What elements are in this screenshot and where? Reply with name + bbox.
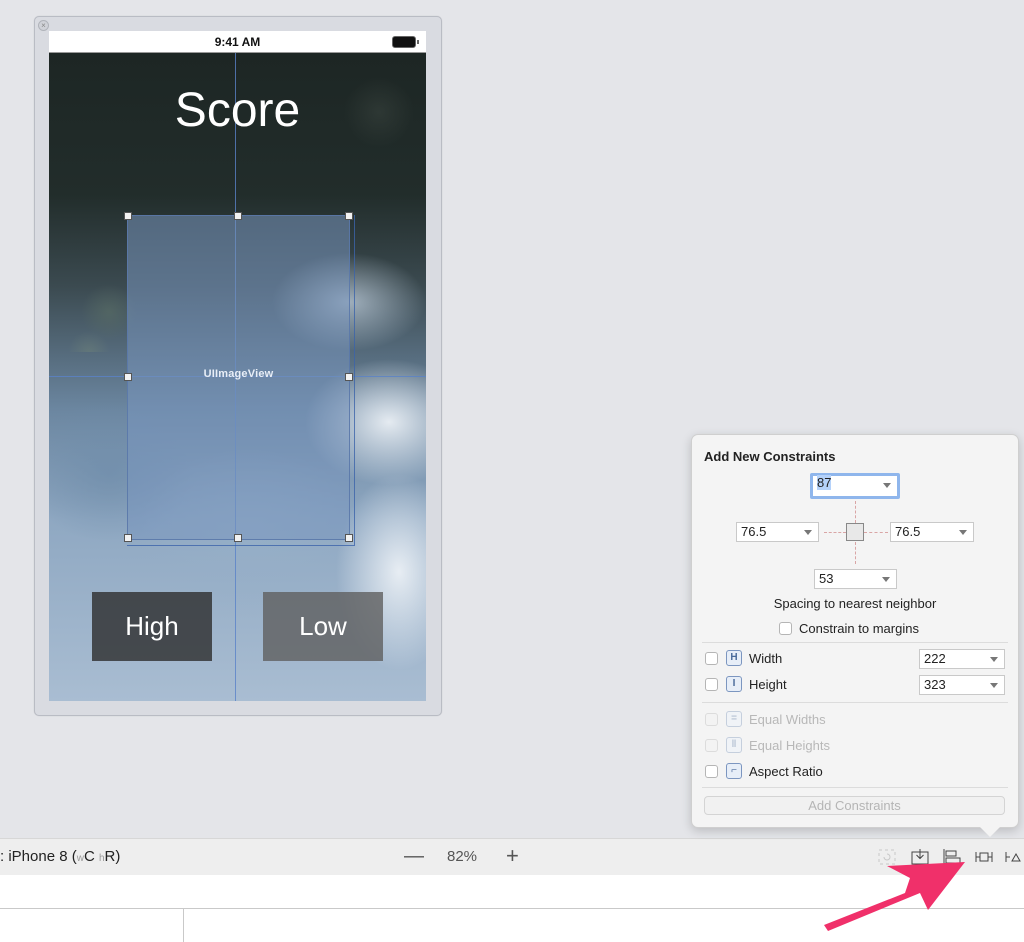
spacing-label: Spacing to nearest neighbor	[773, 596, 937, 611]
device-name: : iPhone 8 (	[0, 848, 77, 865]
column-divider[interactable]	[183, 908, 184, 942]
add-constraints-button[interactable]: Add Constraints	[704, 796, 1005, 815]
constrain-to-margins-checkbox[interactable]	[779, 622, 792, 635]
equal-heights-icon: ‖	[726, 737, 742, 753]
device-config-button[interactable]: : iPhone 8 (wC hR)	[0, 848, 120, 865]
constraint-target-box	[846, 523, 864, 541]
top-spacing-value: 87	[817, 475, 832, 490]
size-class-w-prefix: w	[76, 853, 84, 864]
chevron-down-icon[interactable]	[883, 483, 891, 488]
embed-in-button[interactable]	[910, 848, 930, 866]
aspect-ratio-label: Aspect Ratio	[749, 764, 823, 779]
divider	[702, 642, 1008, 643]
low-button[interactable]: Low	[263, 592, 383, 661]
add-new-constraints-button[interactable]	[974, 848, 994, 866]
resize-handle-right[interactable]	[345, 373, 353, 381]
canvas-bottom-bar: : iPhone 8 (wC hR) — 82% +	[0, 838, 1024, 876]
plus-icon: +	[506, 843, 519, 868]
top-constraint-strut[interactable]	[855, 501, 856, 523]
view-controller-scene[interactable]: × 9:41 AM Score UIImageView High Low	[34, 16, 442, 716]
align-button[interactable]	[942, 848, 962, 866]
add-new-constraints-icon	[975, 852, 993, 862]
equal-heights-label: Equal Heights	[749, 738, 830, 753]
chevron-down-icon[interactable]	[882, 577, 890, 582]
width-checkbox[interactable]	[705, 652, 718, 665]
aspect-ratio-checkbox[interactable]	[705, 765, 718, 778]
zoom-in-button[interactable]: +	[506, 843, 519, 869]
resize-handle-bottom-left[interactable]	[124, 534, 132, 542]
width-label: Width	[749, 651, 783, 666]
left-constraint-strut[interactable]	[824, 532, 846, 533]
left-spacing-field[interactable]: 76.5	[736, 522, 819, 542]
resize-handle-bottom[interactable]	[234, 534, 242, 542]
popover-pointer	[978, 825, 1002, 837]
resize-handle-top-right[interactable]	[345, 212, 353, 220]
chevron-down-icon[interactable]	[959, 530, 967, 535]
constrain-to-margins-label: Constrain to margins	[799, 621, 919, 636]
bottom-spacing-field[interactable]: 53	[814, 569, 897, 589]
height-label: Height	[749, 677, 787, 692]
high-button[interactable]: High	[92, 592, 212, 661]
equal-widths-icon: =	[726, 711, 742, 727]
score-label[interactable]: Score	[49, 83, 426, 138]
update-frames-icon	[878, 849, 896, 865]
image-view-frame-outline	[127, 215, 355, 546]
height-checkbox[interactable]	[705, 678, 718, 691]
left-spacing-value: 76.5	[741, 524, 767, 539]
divider	[702, 787, 1008, 788]
zoom-out-button[interactable]: —	[404, 845, 424, 868]
minus-icon: —	[404, 845, 424, 867]
equal-widths-checkbox[interactable]	[705, 713, 718, 726]
width-value-field[interactable]: 222	[919, 649, 1005, 669]
width-icon: H	[726, 650, 742, 666]
resize-handle-bottom-right[interactable]	[345, 534, 353, 542]
chevron-down-icon[interactable]	[990, 657, 998, 662]
resolve-auto-layout-issues-icon	[1005, 852, 1021, 862]
status-time: 9:41 AM	[214, 35, 261, 49]
resize-handle-top[interactable]	[234, 212, 242, 220]
embed-in-icon	[911, 849, 929, 865]
right-spacing-field[interactable]: 76.5	[890, 522, 974, 542]
width-value: 222	[924, 651, 946, 666]
bottom-constraint-strut[interactable]	[855, 542, 856, 564]
align-icon	[943, 849, 961, 865]
scene-close-icon[interactable]: ×	[38, 20, 49, 31]
height-value-field[interactable]: 323	[919, 675, 1005, 695]
height-value: 323	[924, 677, 946, 692]
equal-widths-label: Equal Widths	[749, 712, 826, 727]
height-icon: I	[726, 676, 742, 692]
bottom-spacing-value: 53	[819, 571, 834, 586]
divider	[0, 908, 1024, 909]
aspect-ratio-icon: ⌐	[726, 763, 742, 779]
resolve-auto-layout-issues-button[interactable]	[1004, 848, 1024, 866]
right-spacing-value: 76.5	[895, 524, 921, 539]
popover-title: Add New Constraints	[704, 449, 836, 464]
lower-panel	[0, 875, 1024, 942]
top-spacing-field[interactable]: 87	[810, 473, 900, 499]
divider	[702, 702, 1008, 703]
status-bar: 9:41 AM	[49, 31, 426, 53]
equal-heights-checkbox[interactable]	[705, 739, 718, 752]
size-class-w: C	[83, 848, 95, 865]
zoom-level: 82%	[447, 848, 478, 865]
resize-handle-left[interactable]	[124, 373, 132, 381]
chevron-down-icon[interactable]	[804, 530, 812, 535]
right-constraint-strut[interactable]	[864, 532, 888, 533]
chevron-down-icon[interactable]	[990, 683, 998, 688]
resize-handle-top-left[interactable]	[124, 212, 132, 220]
iphone-view[interactable]: 9:41 AM Score UIImageView High Low	[49, 31, 426, 701]
add-new-constraints-popover: Add New Constraints 87 76.5 76.5 53 Spac…	[691, 434, 1019, 828]
update-frames-button[interactable]	[877, 848, 897, 866]
size-class-h: R)	[104, 848, 121, 865]
battery-icon	[392, 36, 419, 48]
